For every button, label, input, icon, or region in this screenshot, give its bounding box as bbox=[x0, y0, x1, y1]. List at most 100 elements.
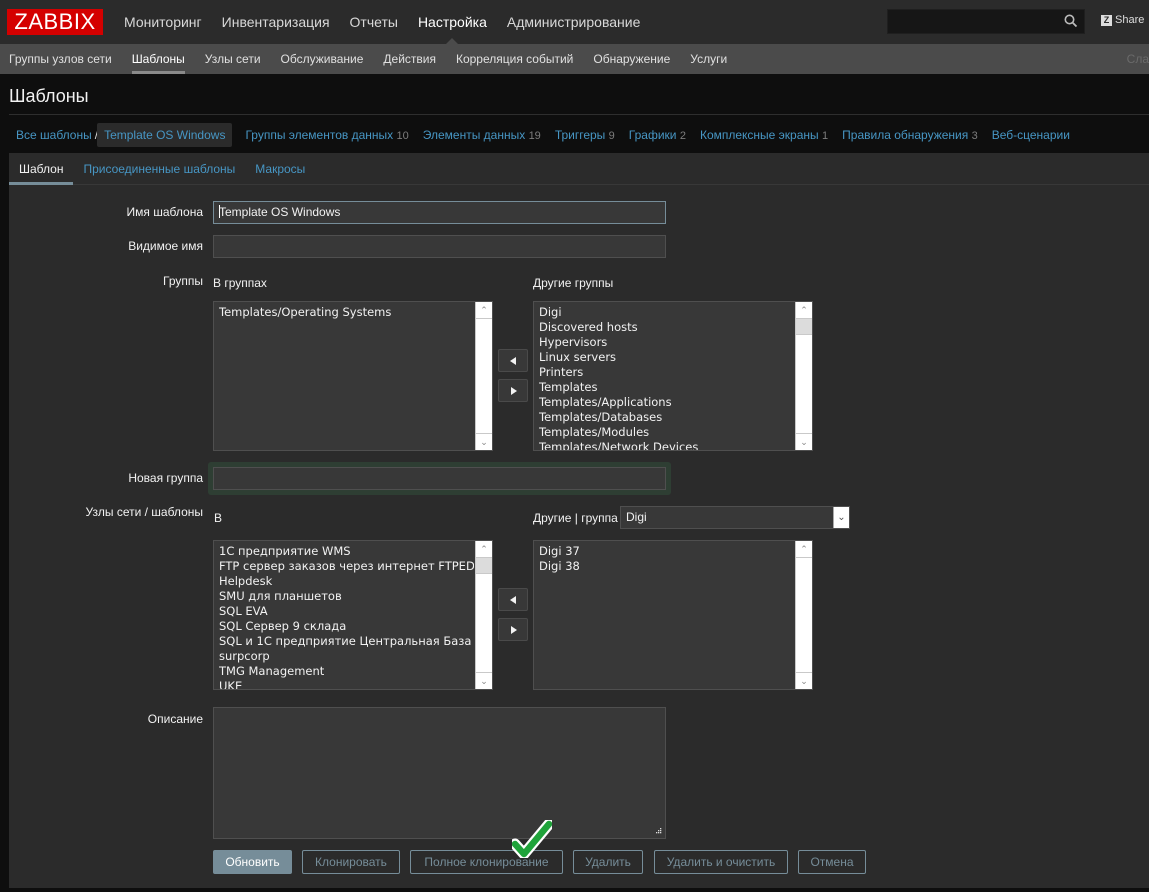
scroll-up-icon[interactable]: ⌃ bbox=[796, 541, 812, 558]
breadcrumb-items[interactable]: Элементы данных 19 bbox=[416, 123, 548, 148]
search-icon[interactable] bbox=[1064, 14, 1078, 28]
list-item[interactable]: surpcorp bbox=[219, 649, 474, 664]
zabbix-logo[interactable]: ZABBIX bbox=[7, 9, 103, 35]
submenu-host-groups[interactable]: Группы узлов сети bbox=[0, 44, 122, 74]
remove-host-button[interactable] bbox=[498, 618, 528, 641]
scroll-up-icon[interactable]: ⌃ bbox=[476, 541, 492, 558]
breadcrumb-discovery-rules[interactable]: Правила обнаружения 3 bbox=[835, 123, 985, 148]
template-name-label: Имя шаблона bbox=[126, 205, 203, 219]
breadcrumb-web-scenarios[interactable]: Веб-сценарии bbox=[985, 123, 1077, 147]
list-item[interactable]: Helpdesk bbox=[219, 574, 474, 589]
template-name-input[interactable]: Template OS Windows bbox=[213, 201, 666, 224]
breadcrumb-graphs[interactable]: Графики 2 bbox=[622, 123, 693, 148]
list-item[interactable]: Linux servers bbox=[539, 350, 794, 365]
list-item[interactable]: Templates/Databases bbox=[539, 410, 794, 425]
submenu-event-correlation[interactable]: Корреляция событий bbox=[446, 44, 583, 74]
scroll-down-icon[interactable]: ⌄ bbox=[476, 672, 492, 689]
menu-configuration[interactable]: Настройка bbox=[408, 0, 497, 44]
list-item[interactable]: SQL и 1С предприятие Центральная База bbox=[219, 634, 474, 649]
visible-name-input[interactable] bbox=[213, 235, 666, 258]
list-item[interactable]: FTP сервер заказов через интернет FTPEDO bbox=[219, 559, 474, 574]
tab-linked-templates[interactable]: Присоединенные шаблоны bbox=[73, 153, 245, 184]
breadcrumb-current-template[interactable]: Template OS Windows bbox=[97, 123, 233, 147]
breadcrumb-applications[interactable]: Группы элементов данных 10 bbox=[238, 123, 415, 148]
menu-reports[interactable]: Отчеты bbox=[340, 0, 408, 44]
tab-macros[interactable]: Макросы bbox=[245, 153, 315, 184]
breadcrumb-screens[interactable]: Комплексные экраны 1 bbox=[693, 123, 835, 148]
menu-monitoring[interactable]: Мониторинг bbox=[114, 0, 212, 44]
list-item[interactable]: TMG Management bbox=[219, 664, 474, 679]
list-item[interactable]: SQL EVA bbox=[219, 604, 474, 619]
list-item[interactable]: SQL Сервер 9 склада bbox=[219, 619, 474, 634]
hosts-other-items: Digi 37 Digi 38 bbox=[539, 544, 794, 574]
cancel-button[interactable]: Отмена bbox=[798, 850, 866, 874]
list-item[interactable]: Templates/Applications bbox=[539, 395, 794, 410]
tab-template[interactable]: Шаблон bbox=[9, 153, 74, 185]
in-groups-items: Templates/Operating Systems bbox=[219, 305, 474, 320]
description-textarea[interactable] bbox=[213, 707, 666, 839]
scroll-thumb[interactable] bbox=[476, 558, 492, 574]
scroll-down-icon[interactable]: ⌄ bbox=[796, 433, 812, 450]
list-item[interactable]: 1С предприятие WMS bbox=[219, 544, 474, 559]
list-item[interactable]: Templates/Network Devices bbox=[539, 440, 794, 450]
breadcrumb-all-templates[interactable]: Все шаблоны bbox=[9, 123, 99, 147]
arrow-left-icon bbox=[510, 596, 516, 604]
breadcrumb-count: 2 bbox=[679, 129, 686, 142]
hosts-other-listbox[interactable]: Digi 37 Digi 38 ⌃ ⌄ bbox=[533, 540, 813, 690]
submenu-templates[interactable]: Шаблоны bbox=[122, 44, 195, 74]
arrow-right-icon bbox=[511, 626, 517, 634]
template-name-value: Template OS Windows bbox=[219, 205, 341, 219]
other-groups-scrollbar[interactable]: ⌃ ⌄ bbox=[795, 302, 812, 450]
menu-administration[interactable]: Администрирование bbox=[497, 0, 651, 44]
other-groups-listbox[interactable]: Digi Discovered hosts Hypervisors Linux ser… bbox=[533, 301, 813, 451]
scroll-up-icon[interactable]: ⌃ bbox=[796, 302, 812, 319]
list-item[interactable]: Templates bbox=[539, 380, 794, 395]
submenu-actions[interactable]: Действия bbox=[373, 44, 446, 74]
breadcrumb-label: Комплексные экраны bbox=[699, 127, 819, 142]
hosts-in-listbox[interactable]: 1С предприятие WMS FTP сервер заказов чер… bbox=[213, 540, 493, 690]
list-item[interactable]: Digi 38 bbox=[539, 559, 794, 574]
in-groups-listbox[interactable]: Templates/Operating Systems ⌃ ⌄ bbox=[213, 301, 493, 451]
scroll-up-icon[interactable]: ⌃ bbox=[476, 302, 492, 319]
menu-inventory[interactable]: Инвентаризация bbox=[212, 0, 340, 44]
in-groups-scrollbar[interactable]: ⌃ ⌄ bbox=[475, 302, 492, 450]
list-item[interactable]: UKE bbox=[219, 679, 474, 689]
submenu-maintenance[interactable]: Обслуживание bbox=[271, 44, 374, 74]
delete-button[interactable]: Удалить bbox=[573, 850, 643, 874]
update-button[interactable]: Обновить bbox=[213, 850, 292, 874]
list-item[interactable]: Discovered hosts bbox=[539, 320, 794, 335]
host-group-select[interactable]: Digi ⌄ bbox=[620, 506, 850, 529]
scroll-down-icon[interactable]: ⌄ bbox=[476, 433, 492, 450]
remove-group-button[interactable] bbox=[498, 379, 528, 402]
submenu-overflow[interactable]: Сла bbox=[1127, 44, 1149, 74]
breadcrumb-triggers[interactable]: Триггеры 9 bbox=[548, 123, 622, 148]
new-group-input[interactable] bbox=[213, 467, 666, 490]
submenu-discovery[interactable]: Обнаружение bbox=[583, 44, 680, 74]
submenu-hosts[interactable]: Узлы сети bbox=[195, 44, 271, 74]
other-groups-label: Другие группы bbox=[533, 276, 614, 290]
clone-button[interactable]: Клонировать bbox=[302, 850, 400, 874]
list-item[interactable]: Templates/Operating Systems bbox=[219, 305, 474, 320]
chevron-down-icon[interactable]: ⌄ bbox=[833, 507, 849, 528]
in-groups-label: В группах bbox=[213, 276, 267, 290]
hosts-other-group-label: Другие | группа bbox=[533, 511, 618, 525]
search-input[interactable] bbox=[887, 9, 1085, 34]
submenu-services[interactable]: Услуги bbox=[680, 44, 737, 74]
hosts-other-scrollbar[interactable]: ⌃ ⌄ bbox=[795, 541, 812, 689]
add-group-button[interactable] bbox=[498, 349, 528, 372]
list-item[interactable]: Printers bbox=[539, 365, 794, 380]
list-item[interactable]: Digi 37 bbox=[539, 544, 794, 559]
resize-grip-icon[interactable] bbox=[655, 828, 662, 835]
list-item[interactable]: Digi bbox=[539, 305, 794, 320]
share-link[interactable]: Z Share bbox=[1101, 14, 1144, 26]
scroll-down-icon[interactable]: ⌄ bbox=[796, 672, 812, 689]
breadcrumb-count: 3 bbox=[971, 129, 978, 142]
list-item[interactable]: SMU для планшетов bbox=[219, 589, 474, 604]
scroll-thumb[interactable] bbox=[796, 319, 812, 335]
list-item[interactable]: Hypervisors bbox=[539, 335, 794, 350]
hosts-in-scrollbar[interactable]: ⌃ ⌄ bbox=[475, 541, 492, 689]
breadcrumb-label: Триггеры bbox=[554, 127, 606, 142]
delete-and-clear-button[interactable]: Удалить и очистить bbox=[654, 850, 788, 874]
list-item[interactable]: Templates/Modules bbox=[539, 425, 794, 440]
add-host-button[interactable] bbox=[498, 588, 528, 611]
